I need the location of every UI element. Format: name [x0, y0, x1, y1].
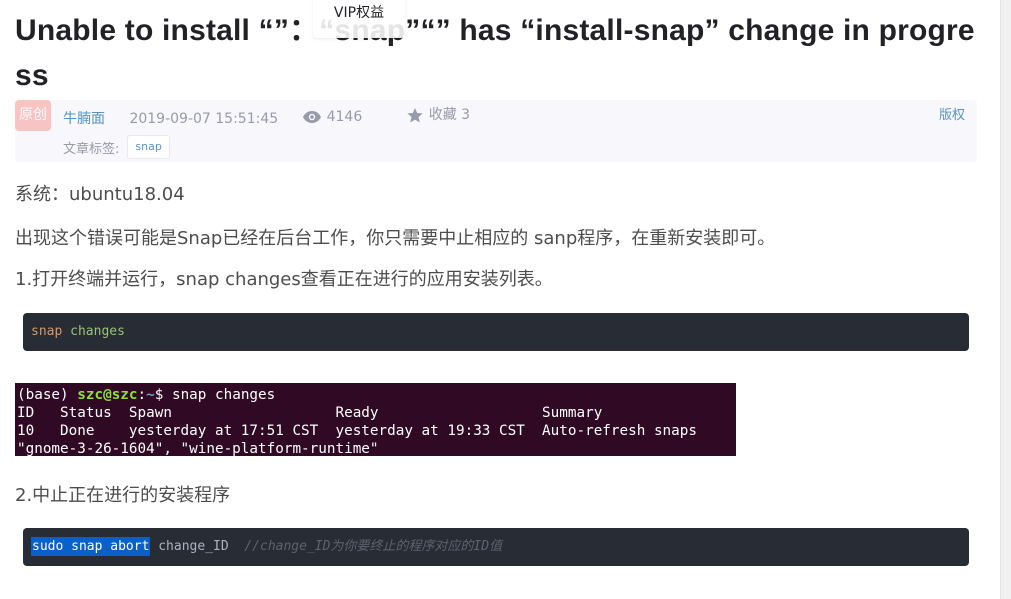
- step-2-text: 2.中止正在进行的安装程序: [15, 485, 231, 506]
- eye-icon: [302, 111, 321, 123]
- code-block-snap-abort: sudo snap abort change_ID //change_ID为你要…: [23, 528, 969, 566]
- code-argument: change_ID: [158, 539, 229, 554]
- terminal-header-row: ID Status Spawn Ready Summary: [17, 405, 603, 421]
- article: Unable to install “”：“snap”“” has “insta…: [15, 0, 977, 98]
- tags-label: 文章标签:: [63, 141, 120, 157]
- code-command: snap: [31, 324, 63, 339]
- terminal-data-row: 10 Done yesterday at 17:51 CST yesterday…: [17, 423, 697, 439]
- terminal-prompt-prefix: (base): [17, 387, 78, 403]
- terminal-path: ~: [146, 387, 155, 403]
- code-argument: changes: [70, 324, 125, 339]
- author-link[interactable]: 牛腩面: [63, 111, 105, 127]
- code-selected-command[interactable]: sudo snap abort: [31, 537, 151, 556]
- terminal-user-host: szc@szc: [77, 387, 138, 403]
- star-icon: [407, 108, 423, 123]
- favorite-label: 收藏 3: [428, 107, 471, 123]
- favorite-button[interactable]: 收藏 3: [407, 100, 490, 131]
- original-badge: 原创: [15, 100, 51, 131]
- terminal-screenshot: (base) szc@szc:~$ snap changes ID Status…: [15, 383, 736, 456]
- view-count-value: 4146: [326, 108, 363, 125]
- scrollbar[interactable]: [1000, 0, 1011, 599]
- system-line: 系统：ubuntu18.04: [15, 184, 185, 205]
- tag-snap[interactable]: snap: [127, 135, 170, 159]
- explanation-paragraph: 出现这个错误可能是Snap已经在后台工作，你只需要中止相应的 sanp程序，在重…: [15, 228, 776, 249]
- code-block-snap-changes: snap changes: [23, 313, 969, 351]
- step-1-text: 1.打开终端并运行，snap changes查看正在进行的应用安装列表。: [15, 269, 553, 290]
- code-comment: //change_ID为你要终止的程序对应的ID值: [244, 539, 503, 554]
- copyright-link[interactable]: 版权: [939, 100, 965, 131]
- terminal-command: $ snap changes: [154, 387, 276, 403]
- article-title: Unable to install “”：“snap”“” has “insta…: [15, 14, 975, 92]
- meta-info-row: 牛腩面 2019-09-07 15:51:45 4146 收藏 3: [63, 100, 510, 131]
- publish-time: 2019-09-07 15:51:45: [129, 111, 279, 127]
- view-count: 4146: [302, 102, 383, 133]
- article-meta-box: 原创 牛腩面 2019-09-07 15:51:45 4146 收藏 3 版权 …: [15, 100, 977, 162]
- terminal-colon: :: [137, 387, 147, 403]
- vip-tooltip: VIP权益: [313, 0, 405, 38]
- tags-row: 文章标签: snap: [63, 135, 170, 159]
- terminal-overflow-line: "gnome-3-26-1604", "wine-platform-runtim…: [17, 441, 379, 456]
